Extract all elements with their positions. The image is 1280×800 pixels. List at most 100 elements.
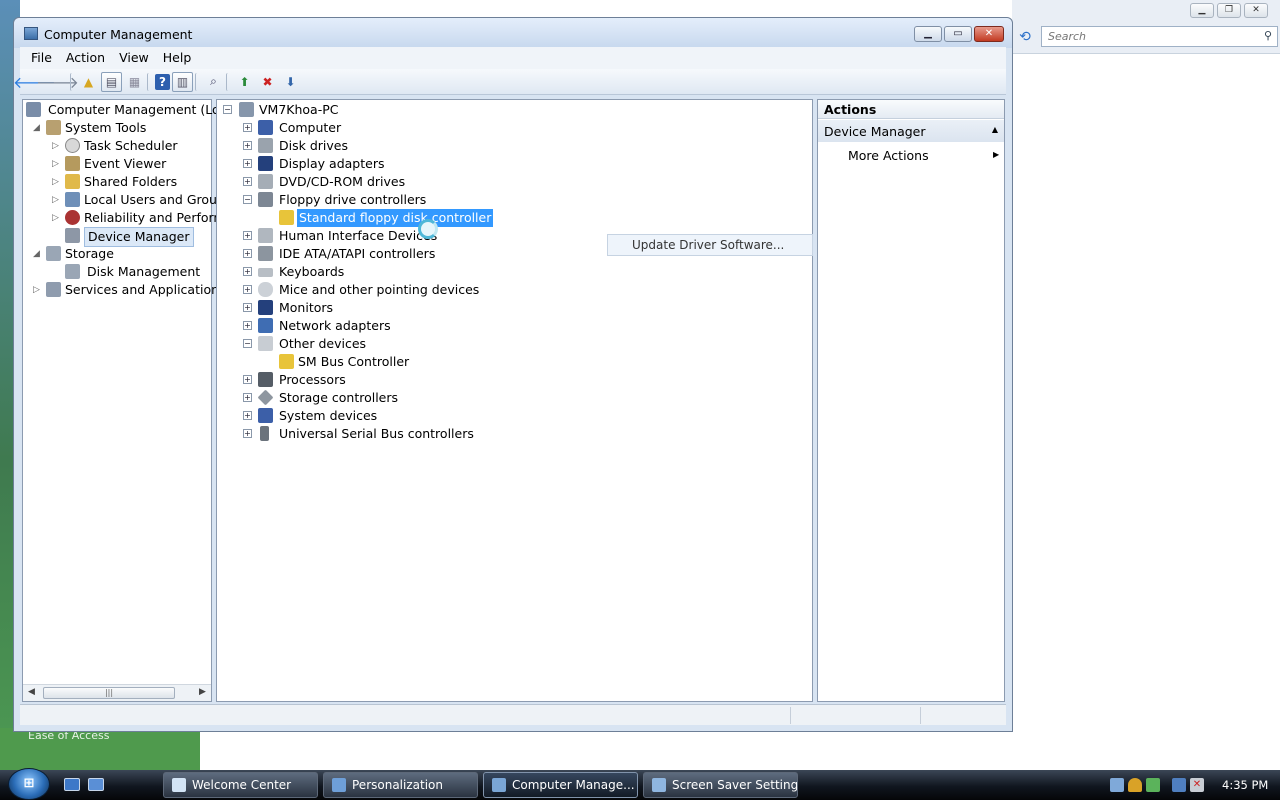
actions-header: Actions <box>818 100 1004 119</box>
expand-triangle-icon[interactable]: ▷ <box>52 191 59 209</box>
forward-arrow-icon[interactable]: 🡒 <box>36 72 79 92</box>
taskbar-welcome-center[interactable]: Welcome Center <box>163 772 318 798</box>
device-category-label: Storage controllers <box>279 390 399 405</box>
expand-box-icon[interactable]: + <box>243 249 252 258</box>
submenu-arrow-icon[interactable]: ▶ <box>993 150 999 159</box>
action-pane-icon[interactable]: ▥ <box>172 71 193 92</box>
taskbar-screen-saver-settings[interactable]: Screen Saver Settings <box>643 772 798 798</box>
warning-device-icon <box>279 210 294 225</box>
storage-controller-icon <box>257 389 274 406</box>
security-shield-icon[interactable] <box>1128 778 1142 792</box>
expand-box-icon[interactable]: + <box>243 411 252 420</box>
maximize-button[interactable]: ▭ <box>944 26 972 42</box>
device-tree-root-label: VM7Khoa-PC <box>259 102 339 117</box>
tree-label: Reliability and Performa <box>84 210 234 225</box>
menu-help[interactable]: Help <box>156 47 199 69</box>
computer-icon <box>239 102 254 117</box>
menu-view[interactable]: View <box>112 47 156 69</box>
personalization-icon <box>332 778 346 792</box>
collapse-triangle-icon[interactable]: ◢ <box>33 245 40 263</box>
search-icon[interactable]: ⚲ <box>1264 29 1272 42</box>
expand-box-icon[interactable]: + <box>243 177 252 186</box>
taskbar-computer-management[interactable]: Computer Manage... <box>483 772 638 798</box>
expand-box-icon[interactable]: + <box>243 429 252 438</box>
scroll-left-icon[interactable]: ◀ <box>28 687 35 697</box>
task-label: Personalization <box>352 778 443 792</box>
expand-box-icon[interactable]: + <box>243 285 252 294</box>
bg-minimize-button[interactable]: ▁ <box>1190 3 1214 18</box>
scroll-thumb[interactable]: ||| <box>43 687 175 699</box>
disable-device-icon[interactable]: ⬇ <box>280 72 301 92</box>
close-button[interactable]: ✕ <box>974 26 1004 42</box>
collapse-triangle-icon[interactable]: ◢ <box>33 119 40 137</box>
status-cell <box>790 707 791 724</box>
actions-group-device-manager[interactable]: Device Manager ▲ <box>818 120 1004 142</box>
context-menu-update-driver[interactable]: Update Driver Software... <box>607 234 813 256</box>
welcome-center-icon <box>172 778 186 792</box>
expand-triangle-icon[interactable]: ▷ <box>52 173 59 191</box>
help-icon[interactable]: ? <box>155 73 170 90</box>
expand-box-icon[interactable]: + <box>243 393 252 402</box>
network-status-icon[interactable] <box>1172 778 1186 792</box>
volume-muted-icon[interactable]: ✕ <box>1190 778 1204 792</box>
computer-icon <box>258 120 273 135</box>
scan-hardware-icon[interactable]: ⌕ <box>203 72 224 92</box>
clock[interactable]: 4:35 PM <box>1222 778 1268 792</box>
up-folder-icon[interactable]: ▲ <box>78 72 99 92</box>
expand-triangle-icon[interactable]: ▷ <box>52 155 59 173</box>
bg-restore-button[interactable]: ❐ <box>1217 3 1241 18</box>
start-button[interactable]: ⊞ <box>8 768 50 800</box>
taskbar-personalization[interactable]: Personalization <box>323 772 478 798</box>
menu-action[interactable]: Action <box>59 47 112 69</box>
collapse-box-icon[interactable]: − <box>223 105 232 114</box>
minimize-button[interactable]: ▁ <box>914 26 942 42</box>
expand-box-icon[interactable]: + <box>243 141 252 150</box>
more-actions-link[interactable]: More Actions <box>848 148 929 163</box>
expand-box-icon[interactable]: + <box>243 267 252 276</box>
expand-box-icon[interactable]: + <box>243 303 252 312</box>
refresh-icon[interactable]: ⟲ <box>1016 28 1034 46</box>
device-manager-icon <box>65 228 80 243</box>
update-driver-icon[interactable]: ⬆ <box>234 72 255 92</box>
expand-triangle-icon[interactable]: ▷ <box>52 137 59 155</box>
properties-icon[interactable]: ▦ <box>124 72 145 92</box>
tray-network-icon[interactable] <box>1110 778 1124 792</box>
horizontal-scrollbar[interactable]: ◀ ||| ▶ <box>23 684 211 701</box>
show-desktop-icon[interactable] <box>64 778 80 791</box>
tree-label: System Tools <box>65 120 147 135</box>
tray-sidebar-icon[interactable] <box>1146 778 1160 792</box>
shared-folder-icon <box>65 174 80 189</box>
menu-file[interactable]: File <box>24 47 59 69</box>
expand-triangle-icon[interactable]: ▷ <box>52 209 59 227</box>
computer-management-window: Computer Management ▁ ▭ ✕ File Action Vi… <box>13 17 1013 732</box>
collapse-caret-icon[interactable]: ▲ <box>992 125 998 134</box>
uninstall-device-icon[interactable]: ✖ <box>257 72 278 92</box>
bg-close-button[interactable]: ✕ <box>1244 3 1268 18</box>
computer-management-icon <box>24 27 38 40</box>
status-bar <box>20 704 1006 725</box>
show-hide-tree-icon[interactable]: ▤ <box>101 71 122 92</box>
expand-triangle-icon[interactable]: ▷ <box>33 281 40 299</box>
reliability-icon <box>65 210 80 225</box>
actions-pane: Actions Device Manager ▲ More Actions ▶ <box>817 99 1005 702</box>
scroll-right-icon[interactable]: ▶ <box>199 687 206 697</box>
device-tree-pane: − VM7Khoa-PC + Computer + Disk drives + Dis… <box>216 99 813 702</box>
expand-box-icon[interactable]: + <box>243 231 252 240</box>
device-category-label: Disk drives <box>279 138 348 153</box>
title-bar[interactable]: Computer Management ▁ ▭ ✕ <box>14 18 1012 48</box>
switch-windows-icon[interactable] <box>88 778 104 791</box>
collapse-box-icon[interactable]: − <box>243 195 252 204</box>
computer-management-icon <box>26 102 41 117</box>
expand-box-icon[interactable]: + <box>243 123 252 132</box>
expand-box-icon[interactable]: + <box>243 159 252 168</box>
device-category-label: System devices <box>279 408 378 423</box>
storage-icon <box>46 246 61 261</box>
tree-label: Services and Applications <box>65 282 226 297</box>
window-title: Computer Management <box>44 27 193 42</box>
expand-box-icon[interactable]: + <box>243 321 252 330</box>
disk-icon <box>65 264 80 279</box>
collapse-box-icon[interactable]: − <box>243 339 252 348</box>
expand-box-icon[interactable]: + <box>243 375 252 384</box>
search-input[interactable]: Search ⚲ <box>1041 26 1278 47</box>
toolbar-separator <box>226 72 232 91</box>
